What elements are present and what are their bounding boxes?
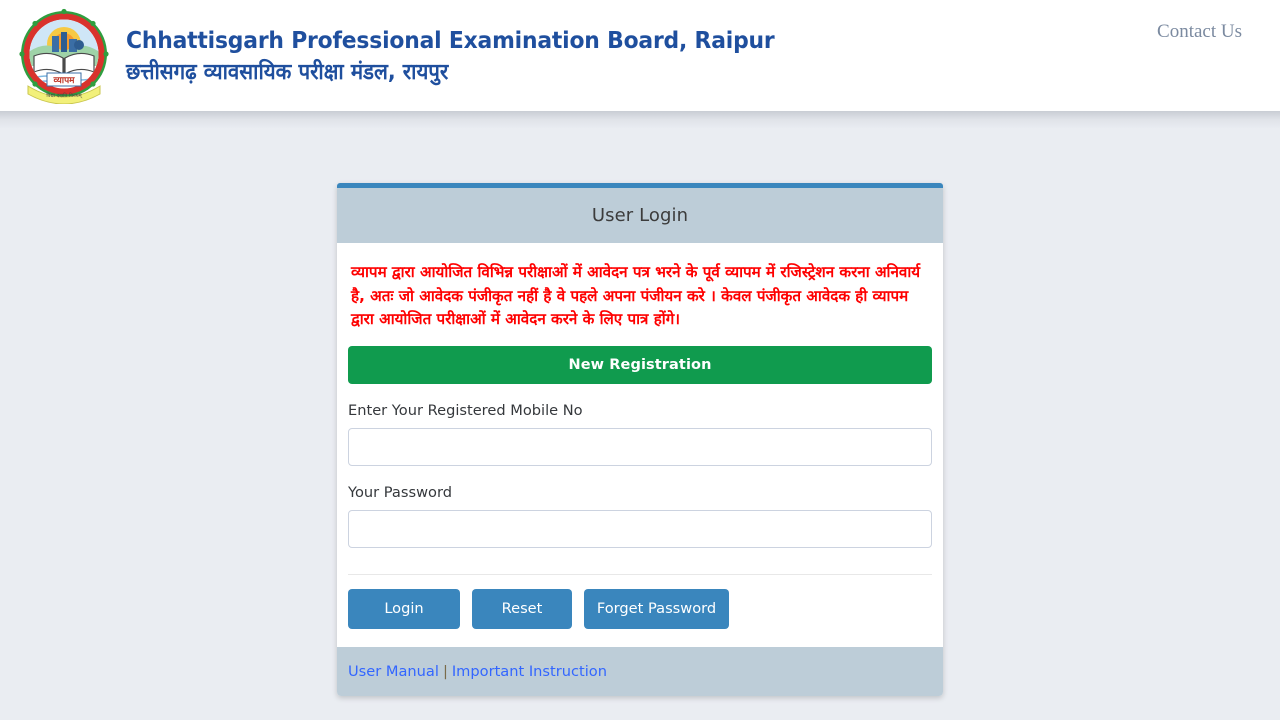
cgvyapam-emblem-icon: व्यापम विद्या ददाति विनयम्	[16, 8, 112, 104]
password-field-label: Your Password	[348, 483, 452, 501]
site-header: व्यापम विद्या ददाति विनयम् Chhattisgarh …	[0, 0, 1280, 111]
footer-separator: |	[442, 662, 448, 680]
svg-text:विद्या ददाति विनयम्: विद्या ददाति विनयम्	[46, 92, 82, 99]
mobile-input[interactable]	[348, 427, 932, 466]
page-title: User Login	[591, 205, 689, 226]
page-body: User Login व्यापम द्वारा आयोजित विभिन्न …	[0, 129, 1280, 720]
user-manual-link[interactable]: User Manual	[348, 663, 439, 680]
contact-us-link[interactable]: Contact Us	[1157, 21, 1242, 43]
login-card-body: व्यापम द्वारा आयोजित विभिन्न परीक्षाओं म…	[337, 243, 943, 647]
reset-button[interactable]: Reset	[472, 588, 572, 629]
password-field-group: Your Password	[348, 484, 932, 548]
registration-notice-text: व्यापम द्वारा आयोजित विभिन्न परीक्षाओं म…	[351, 263, 921, 328]
svg-text:व्यापम: व्यापम	[52, 76, 75, 86]
site-title-block: Chhattisgarh Professional Examination Bo…	[126, 25, 823, 88]
mobile-field-label: Enter Your Registered Mobile No	[348, 401, 583, 419]
password-input[interactable]	[348, 509, 932, 548]
site-title-english: Chhattisgarh Professional Examination Bo…	[126, 26, 775, 54]
site-title-hindi: छत्तीसगढ़ व्यावसायिक परीक्षा मंडल, रायपु…	[126, 60, 449, 85]
forget-password-button[interactable]: Forget Password	[584, 588, 729, 629]
login-card-header: User Login	[337, 188, 943, 243]
login-actions-row: Login Reset Forget Password	[348, 575, 932, 647]
user-login-card: User Login व्यापम द्वारा आयोजित विभिन्न …	[337, 183, 943, 696]
important-instruction-link[interactable]: Important Instruction	[452, 663, 607, 680]
new-registration-button[interactable]: New Registration	[348, 345, 932, 384]
login-button[interactable]: Login	[348, 588, 460, 629]
header-shadow-divider	[0, 111, 1280, 129]
login-card-footer: User Manual | Important Instruction	[337, 646, 943, 696]
mobile-field-group: Enter Your Registered Mobile No	[348, 402, 932, 466]
